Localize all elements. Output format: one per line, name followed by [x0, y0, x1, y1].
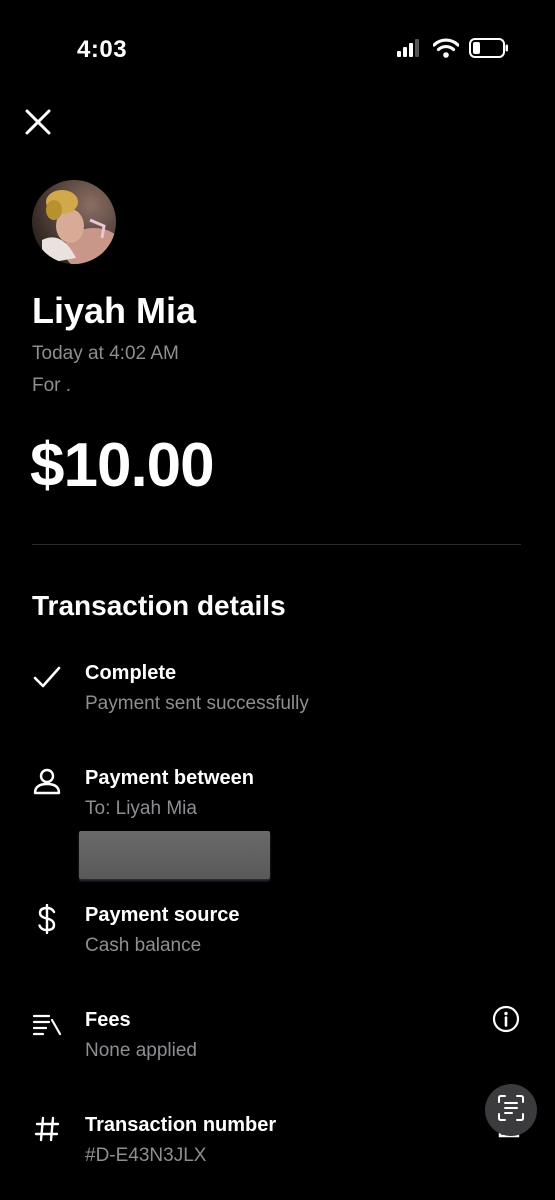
status-icons [397, 38, 509, 63]
status-time: 4:03 [77, 36, 128, 63]
detail-subtitle: #D-E43N3JLX [85, 1145, 207, 1166]
redacted-info [79, 831, 270, 879]
close-button[interactable] [20, 106, 56, 142]
payment-note: For . [32, 375, 72, 396]
status-bar: 4:03 [0, 0, 555, 100]
scan-text-button[interactable] [485, 1084, 537, 1136]
detail-subtitle: Cash balance [85, 935, 202, 956]
scan-text-icon [497, 1094, 525, 1127]
fees-info-button[interactable] [490, 1005, 522, 1037]
detail-title: Payment between [85, 767, 254, 789]
detail-title: Payment source [85, 904, 240, 926]
payment-amount: $10.00 [30, 431, 215, 500]
person-icon [32, 767, 62, 797]
fees-icon [32, 1009, 62, 1039]
hash-icon [32, 1114, 62, 1144]
wifi-icon [432, 38, 460, 63]
battery-icon [469, 38, 509, 63]
close-icon [25, 109, 51, 140]
detail-title: Complete [85, 662, 177, 684]
dollar-icon [32, 904, 62, 934]
checkmark-icon [32, 662, 62, 692]
avatar[interactable] [32, 180, 116, 264]
recipient-name: Liyah Mia [32, 290, 197, 331]
detail-title: Transaction number [85, 1114, 277, 1136]
cellular-signal-icon [397, 39, 423, 62]
detail-subtitle: Payment sent successfully [85, 693, 309, 714]
detail-title: Fees [85, 1009, 131, 1031]
transaction-details-title: Transaction details [32, 590, 286, 621]
info-icon [492, 1005, 520, 1038]
divider [32, 544, 521, 545]
transaction-date: Today at 4:02 AM [32, 343, 179, 364]
detail-subtitle: None applied [85, 1040, 197, 1061]
detail-subtitle: To: Liyah Mia [85, 798, 197, 819]
